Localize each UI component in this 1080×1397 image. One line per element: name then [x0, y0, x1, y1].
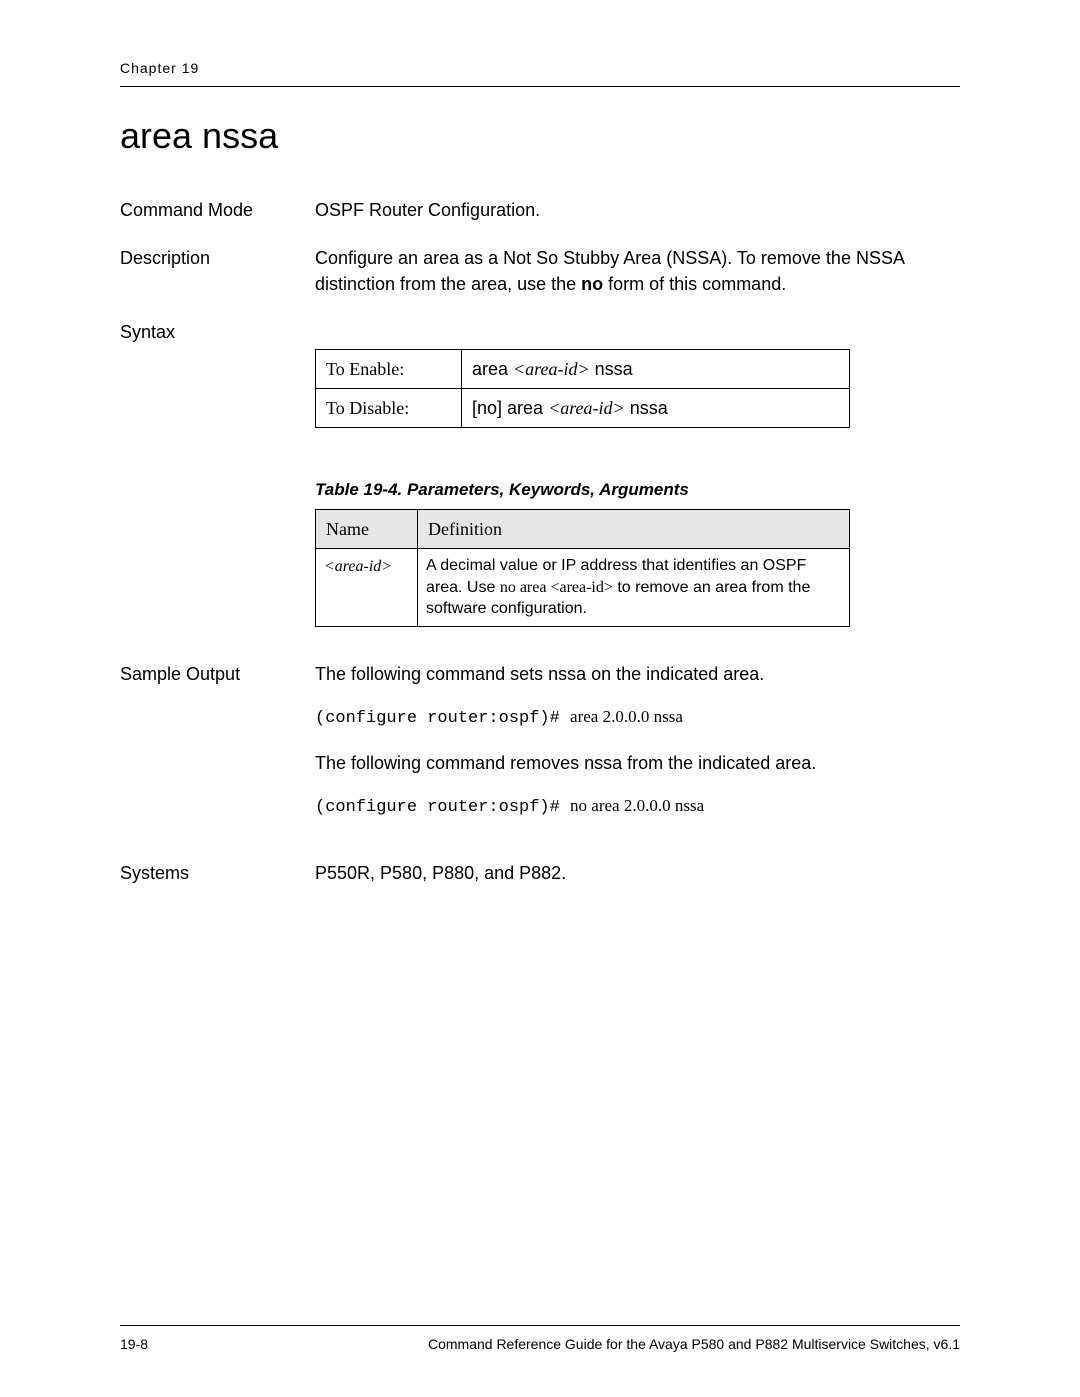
row-command-mode: Command Mode OSPF Router Configuration.: [120, 197, 960, 223]
syntax-row-disable: To Disable: [no] area <area-id> nssa: [316, 389, 850, 428]
param-caption: Table 19-4. Parameters, Keywords, Argume…: [315, 478, 960, 503]
doc-title: Command Reference Guide for the Avaya P5…: [428, 1336, 960, 1352]
sample-content: The following command sets nssa on the i…: [315, 661, 960, 838]
param-header-def: Definition: [418, 510, 850, 549]
command-title: area nssa: [120, 115, 960, 157]
syn0-pre: area: [472, 359, 513, 379]
label-command-mode: Command Mode: [120, 197, 315, 223]
param-def-code: no area <area-id>: [500, 579, 613, 596]
desc-bold: no: [581, 274, 603, 294]
syntax-table: To Enable: area <area-id> nssa To Disabl…: [315, 349, 850, 428]
sample-code1: (configure router:ospf)# area 2.0.0.0 ns…: [315, 705, 960, 732]
row-syntax: Syntax To Enable: area <area-id> nssa To…: [120, 319, 960, 627]
param-def: A decimal value or IP address that ident…: [418, 549, 850, 627]
syntax-disable-cmd: [no] area <area-id> nssa: [462, 389, 850, 428]
param-table: Name Definition <area-id> A decimal valu…: [315, 509, 850, 627]
param-header-name: Name: [316, 510, 418, 549]
syntax-content: To Enable: area <area-id> nssa To Disabl…: [315, 319, 960, 627]
top-rule: [120, 86, 960, 87]
page-number: 19-8: [120, 1336, 148, 1352]
label-description: Description: [120, 245, 315, 297]
syntax-enable-cmd: area <area-id> nssa: [462, 350, 850, 389]
param-row: <area-id> A decimal value or IP address …: [316, 549, 850, 627]
syntax-disable-label: To Disable:: [316, 389, 462, 428]
syn1-var: <area-id>: [548, 398, 625, 418]
value-command-mode: OSPF Router Configuration.: [315, 197, 960, 223]
page-footer: 19-8 Command Reference Guide for the Ava…: [120, 1325, 960, 1352]
label-systems: Systems: [120, 860, 315, 886]
sample-text1: The following command sets nssa on the i…: [315, 661, 960, 687]
row-systems: Systems P550R, P580, P880, and P882.: [120, 860, 960, 886]
param-var: <area-id>: [316, 549, 418, 627]
sample-code2-cmd: no area 2.0.0.0 nssa: [570, 796, 704, 815]
sample-code2: (configure router:ospf)# no area 2.0.0.0…: [315, 794, 960, 821]
chapter-header: Chapter 19: [120, 60, 960, 76]
syntax-enable-label: To Enable:: [316, 350, 462, 389]
syn1-pre: [no] area: [472, 398, 548, 418]
label-sample: Sample Output: [120, 661, 315, 838]
param-header-row: Name Definition: [316, 510, 850, 549]
desc-text-b: form of this command.: [603, 274, 786, 294]
footer-row: 19-8 Command Reference Guide for the Ava…: [120, 1336, 960, 1352]
bottom-rule: [120, 1325, 960, 1326]
sample-code1-cmd: area 2.0.0.0 nssa: [570, 707, 683, 726]
syn0-post: nssa: [590, 359, 633, 379]
row-description: Description Configure an area as a Not S…: [120, 245, 960, 297]
syn1-post: nssa: [625, 398, 668, 418]
value-systems: P550R, P580, P880, and P882.: [315, 860, 960, 886]
syntax-row-enable: To Enable: area <area-id> nssa: [316, 350, 850, 389]
row-sample: Sample Output The following command sets…: [120, 661, 960, 838]
sample-code2-prompt: (configure router:ospf)#: [315, 798, 570, 817]
sample-code1-prompt: (configure router:ospf)#: [315, 709, 570, 728]
label-syntax: Syntax: [120, 319, 315, 627]
value-description: Configure an area as a Not So Stubby Are…: [315, 245, 960, 297]
sample-text2: The following command removes nssa from …: [315, 750, 960, 776]
syn0-var: <area-id>: [513, 359, 590, 379]
page: Chapter 19 area nssa Command Mode OSPF R…: [0, 0, 1080, 1397]
